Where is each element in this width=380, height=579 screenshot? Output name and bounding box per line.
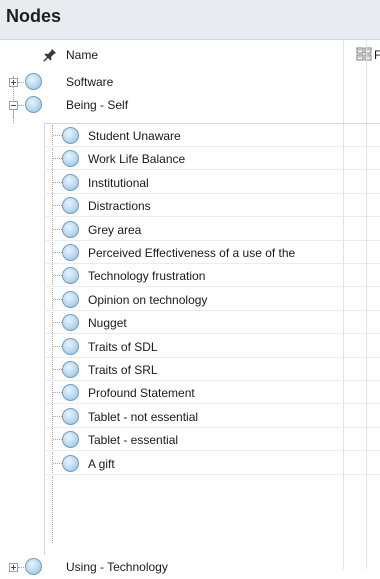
files-icon[interactable]	[356, 47, 372, 61]
node-circle-icon	[25, 73, 42, 90]
node-circle-icon	[62, 408, 79, 425]
tree-connector	[18, 105, 24, 106]
node-label[interactable]: Student Unaware	[88, 129, 181, 143]
tree-connector	[53, 252, 62, 253]
tree-connector	[18, 567, 24, 568]
tree-connector	[53, 182, 62, 183]
node-circle-icon	[62, 338, 79, 355]
node-label[interactable]: Tablet - not essential	[88, 410, 198, 424]
tree-connector	[53, 346, 62, 347]
tree-node-row[interactable]: Software	[0, 70, 380, 93]
row-divider	[44, 216, 380, 217]
column-header: Name F	[0, 40, 380, 70]
node-label[interactable]: Using - Technology	[66, 560, 168, 574]
node-circle-icon	[62, 221, 79, 238]
node-circle-icon	[25, 558, 42, 575]
node-circle-icon	[62, 361, 79, 378]
node-label[interactable]: Institutional	[88, 176, 149, 190]
tree-connector	[53, 369, 62, 370]
node-circle-icon	[62, 174, 79, 191]
tree-connector	[53, 392, 62, 393]
node-label[interactable]: Work Life Balance	[88, 152, 185, 166]
child-node-row[interactable]: Distractions	[0, 194, 380, 217]
tree-connector	[53, 205, 62, 206]
node-grid[interactable]: Name F Software Being - Self Student Una…	[0, 40, 380, 575]
tree-connector	[53, 463, 62, 464]
node-circle-icon	[62, 431, 79, 448]
child-node-row[interactable]: Student Unaware	[0, 124, 380, 147]
node-label[interactable]: Being - Self	[66, 98, 128, 112]
child-node-row[interactable]: Tablet - essential	[0, 428, 380, 451]
expand-icon[interactable]	[9, 563, 18, 572]
row-divider	[44, 169, 380, 170]
node-label[interactable]: Distractions	[88, 199, 151, 213]
node-circle-icon	[62, 127, 79, 144]
node-circle-icon	[62, 267, 79, 284]
row-divider	[44, 450, 380, 451]
expand-icon[interactable]	[9, 78, 18, 87]
panel-header: Nodes	[0, 0, 380, 40]
node-label[interactable]: A gift	[88, 457, 115, 471]
node-label[interactable]: Tablet - essential	[88, 433, 178, 447]
tree-connector	[53, 135, 62, 136]
panel-title: Nodes	[6, 6, 62, 26]
column-files-header[interactable]: F	[374, 48, 380, 62]
node-label[interactable]: Traits of SDL	[88, 340, 158, 354]
node-label[interactable]: Opinion on technology	[88, 293, 207, 307]
child-node-row[interactable]: A gift	[0, 452, 380, 475]
tree-connector	[53, 439, 62, 440]
node-label[interactable]: Nugget	[88, 316, 127, 330]
tree-connector	[53, 322, 62, 323]
tree-connector	[53, 158, 62, 159]
child-node-row[interactable]: Nugget	[0, 311, 380, 334]
node-circle-icon	[62, 314, 79, 331]
child-node-row[interactable]: Opinion on technology	[0, 288, 380, 311]
tree-connector	[53, 299, 62, 300]
child-node-row[interactable]: Grey area	[0, 218, 380, 241]
row-divider	[44, 286, 380, 287]
tree-connector	[53, 275, 62, 276]
row-divider	[44, 403, 380, 404]
node-label[interactable]: Software	[66, 75, 113, 89]
child-node-row[interactable]: Institutional	[0, 171, 380, 194]
node-circle-icon	[62, 384, 79, 401]
tree-connector	[53, 416, 62, 417]
node-circle-icon	[62, 197, 79, 214]
node-label[interactable]: Traits of SRL	[88, 363, 158, 377]
tree-connector	[53, 229, 62, 230]
node-circle-icon	[62, 244, 79, 261]
column-name-header[interactable]: Name	[66, 48, 98, 62]
child-node-row[interactable]: Profound Statement	[0, 381, 380, 404]
child-node-row[interactable]: Traits of SRL	[0, 358, 380, 381]
child-node-row[interactable]: Perceived Effectiveness of a use of the	[0, 241, 380, 264]
collapse-icon[interactable]	[9, 101, 18, 110]
node-label[interactable]: Grey area	[88, 223, 141, 237]
child-node-row[interactable]: Tablet - not essential	[0, 405, 380, 428]
child-node-row[interactable]: Traits of SDL	[0, 335, 380, 358]
node-label[interactable]: Technology frustration	[88, 269, 205, 283]
node-circle-icon	[62, 150, 79, 167]
row-divider	[44, 474, 380, 475]
node-circle-icon	[62, 455, 79, 472]
tree-connector	[18, 82, 24, 83]
child-node-row[interactable]: Work Life Balance	[0, 147, 380, 170]
node-circle-icon	[25, 96, 42, 113]
tree-node-row[interactable]: Using - Technology	[0, 556, 380, 579]
pushpin-icon[interactable]	[43, 48, 57, 62]
child-node-row[interactable]: Technology frustration	[0, 264, 380, 287]
tree-node-row[interactable]: Being - Self	[0, 93, 380, 116]
row-divider	[44, 333, 380, 334]
node-label[interactable]: Profound Statement	[88, 386, 195, 400]
node-circle-icon	[62, 291, 79, 308]
node-label[interactable]: Perceived Effectiveness of a use of the	[88, 246, 295, 260]
